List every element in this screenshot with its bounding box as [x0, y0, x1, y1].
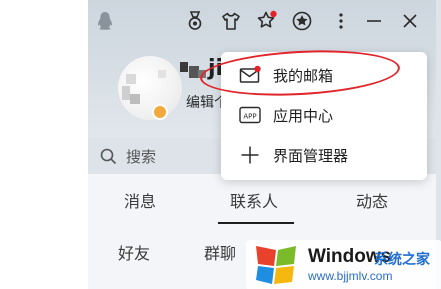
svg-text:APP: APP	[243, 113, 256, 121]
more-menu-icon[interactable]	[330, 10, 352, 32]
plus-icon	[239, 145, 261, 165]
medal-icon[interactable]	[184, 10, 206, 32]
watermark-subtitle: 系统之家	[374, 252, 430, 268]
tab-feeds[interactable]: 动态	[356, 188, 388, 212]
online-status-badge[interactable]	[152, 104, 168, 120]
background-left-strip	[0, 0, 88, 289]
menu-item-label: 界面管理器	[273, 147, 349, 165]
qzone-icon[interactable]	[291, 10, 313, 32]
watermark-url: www.bjjmlv.com	[308, 269, 393, 283]
tab-contacts[interactable]: 联系人	[230, 188, 278, 212]
minimize-icon[interactable]	[363, 10, 385, 32]
avatar[interactable]	[118, 56, 182, 120]
menu-item-interface-manager[interactable]: 界面管理器	[221, 136, 427, 174]
tab-selected-indicator	[218, 222, 294, 224]
app-icon: APP	[239, 105, 261, 125]
menu-item-app-center[interactable]: APP 应用中心	[221, 96, 427, 134]
qq-penguin-icon	[94, 10, 116, 32]
star-apps-icon[interactable]	[256, 10, 278, 32]
close-icon[interactable]	[399, 10, 421, 32]
subtab-friends[interactable]: 好友	[118, 240, 150, 264]
tab-messages[interactable]: 消息	[124, 188, 156, 212]
windows-logo-icon	[252, 240, 300, 289]
skin-shirt-icon[interactable]	[220, 10, 242, 32]
menu-item-label: 应用中心	[273, 107, 334, 125]
subtab-groups[interactable]: 群聊	[204, 240, 236, 264]
search-icon	[100, 148, 117, 169]
windows-watermark: Windows 系统之家 www.bjjmlv.com	[240, 230, 441, 289]
search-placeholder: 搜索	[126, 148, 157, 166]
